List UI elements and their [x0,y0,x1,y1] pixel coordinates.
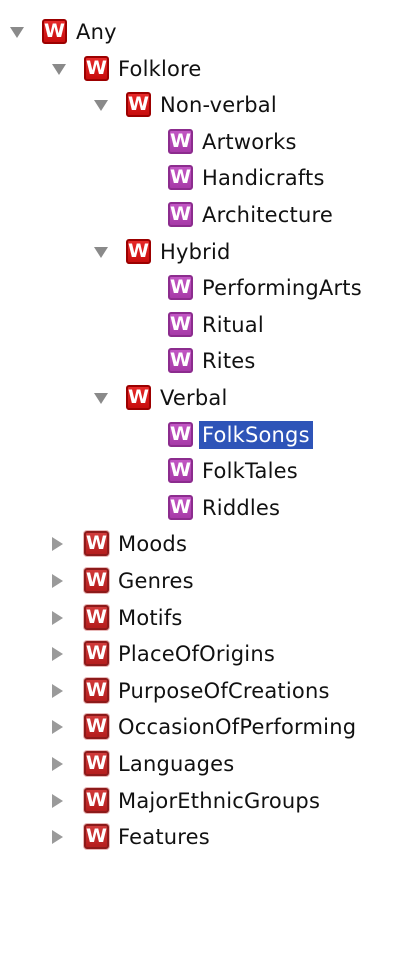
class-w-icon: W [168,421,193,447]
tree-node-motifs[interactable]: W Motifs [0,600,412,636]
tree-node-label[interactable]: Rites [199,347,259,375]
tree-node-folklore[interactable]: W Folklore [0,51,412,87]
class-w-icon: W [84,531,109,557]
class-w-icon: W [84,787,109,813]
tree-node-label[interactable]: PlaceOfOrigins [115,640,278,668]
tree-node-architecture[interactable]: W Architecture [0,197,412,233]
tree-node-folksongs[interactable]: W FolkSongs [0,417,412,453]
tree-node-hybrid[interactable]: W Hybrid [0,234,412,270]
tree-node-label[interactable]: OccasionOfPerforming [115,713,359,741]
class-w-icon: W [126,92,151,118]
class-w-icon: W [84,604,109,630]
class-w-icon: W [168,165,193,191]
disclosure-triangle-right-icon[interactable] [52,574,63,588]
class-w-icon: W [126,238,151,264]
tree-node-any[interactable]: W Any [0,14,412,50]
class-w-icon: W [84,677,109,703]
tree-node-label[interactable]: Genres [115,567,197,595]
disclosure-triangle-down-icon[interactable] [52,63,66,75]
tree-node-label[interactable]: Moods [115,530,190,558]
class-w-icon: W [84,824,109,850]
tree-node-label[interactable]: Handicrafts [199,164,328,192]
disclosure-triangle-right-icon[interactable] [52,610,63,625]
tree-node-label[interactable]: Features [115,823,213,851]
tree-node-handicrafts[interactable]: W Handicrafts [0,160,412,196]
tree-node-label[interactable]: Hybrid [157,238,234,266]
disclosure-triangle-right-icon[interactable] [52,683,63,698]
disclosure-triangle-right-icon[interactable] [52,537,63,552]
tree-node-label[interactable]: PurposeOfCreations [115,677,333,705]
tree-node-label[interactable]: FolkSongs [199,420,313,449]
class-w-icon: W [126,385,151,410]
tree-node-riddles[interactable]: W Riddles [0,490,412,526]
tree-node-languages[interactable]: W Languages [0,746,412,782]
tree-node-label[interactable]: Non-verbal [157,91,280,119]
tree-node-label[interactable]: Riddles [199,494,283,522]
tree-node-performingarts[interactable]: W PerformingArts [0,270,412,306]
disclosure-triangle-right-icon[interactable] [52,793,63,808]
tree-node-verbal[interactable]: W Verbal [0,380,412,416]
tree-node-label[interactable]: Architecture [199,201,336,229]
disclosure-triangle-down-icon[interactable] [10,27,24,38]
tree-node-purposeofcreations[interactable]: W PurposeOfCreations [0,673,412,709]
tree-node-placeoforigins[interactable]: W PlaceOfOrigins [0,636,412,672]
tree-node-non-verbal[interactable]: W Non-verbal [0,87,412,123]
tree-node-label[interactable]: MajorEthnicGroups [115,787,323,815]
tree-node-occasionofperforming[interactable]: W OccasionOfPerforming [0,709,412,745]
disclosure-triangle-down-icon[interactable] [94,100,108,112]
class-w-icon: W [168,275,193,301]
disclosure-triangle-right-icon[interactable] [52,647,63,662]
class-w-icon: W [168,494,193,520]
tree-node-label[interactable]: Verbal [157,384,231,412]
class-w-icon: W [168,202,193,227]
class-w-icon: W [168,348,193,374]
class-w-icon: W [84,751,109,776]
tree-node-label[interactable]: FolkTales [199,457,301,485]
tree-node-moods[interactable]: W Moods [0,526,412,562]
tree-node-label[interactable]: Motifs [115,604,186,632]
tree-node-label[interactable]: Folklore [115,55,205,83]
class-w-icon: W [84,568,109,593]
disclosure-triangle-down-icon[interactable] [94,246,108,258]
class-w-icon: W [168,311,193,337]
class-w-icon: W [42,19,67,44]
class-w-icon: W [84,55,109,81]
tree-node-label[interactable]: Any [73,18,120,46]
tree-node-majorethnicgroups[interactable]: W MajorEthnicGroups [0,783,412,819]
disclosure-triangle-right-icon[interactable] [52,830,63,845]
disclosure-triangle-down-icon[interactable] [94,393,108,404]
disclosure-triangle-right-icon[interactable] [52,757,63,771]
tree-node-genres[interactable]: W Genres [0,563,412,599]
tree-node-label[interactable]: Artworks [199,128,300,156]
tree-node-label[interactable]: PerformingArts [199,274,365,302]
tree-node-ritual[interactable]: W Ritual [0,307,412,343]
tree-node-rites[interactable]: W Rites [0,343,412,379]
tree-node-features[interactable]: W Features [0,819,412,855]
class-w-icon: W [168,128,193,154]
class-w-icon: W [84,714,109,740]
tree-node-folktales[interactable]: W FolkTales [0,453,412,489]
class-w-icon: W [84,641,109,667]
ontology-class-tree: W Any W Folklore W Non-verbal W Artworks W Handic… [0,0,412,956]
class-w-icon: W [168,458,193,484]
tree-node-artworks[interactable]: W Artworks [0,124,412,160]
tree-node-label[interactable]: Ritual [199,311,267,339]
tree-node-label[interactable]: Languages [115,750,237,778]
disclosure-triangle-right-icon[interactable] [52,720,63,735]
